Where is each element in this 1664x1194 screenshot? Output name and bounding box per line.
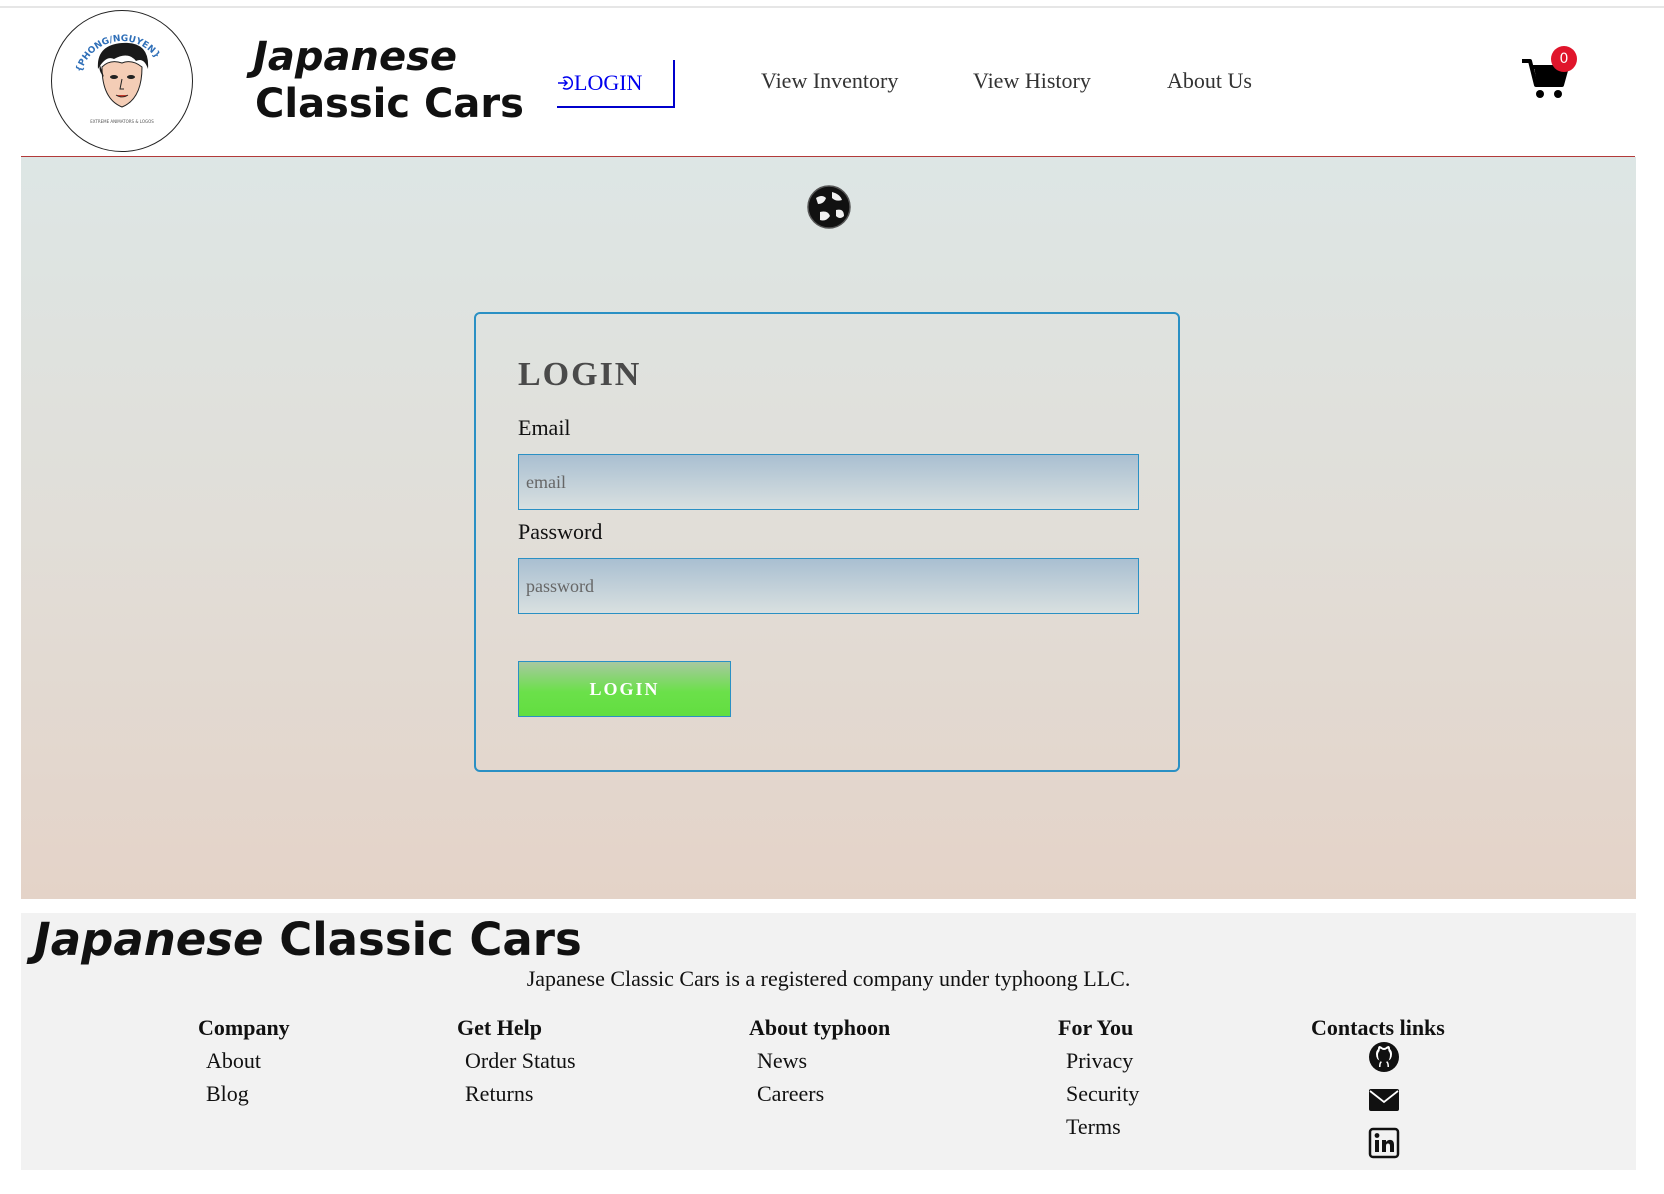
footer-brand-rest: Classic Cars	[279, 913, 582, 966]
password-label: Password	[518, 519, 603, 544]
footer-link-about[interactable]: About	[206, 1048, 290, 1081]
contact-icons	[1368, 1041, 1402, 1170]
globe-icon[interactable]	[806, 184, 852, 230]
nav-view-history[interactable]: View History	[973, 68, 1091, 94]
email-label: Email	[518, 415, 571, 440]
footer-link-order-status[interactable]: Order Status	[465, 1048, 576, 1081]
email-field[interactable]	[518, 454, 1139, 510]
footer-link-blog[interactable]: Blog	[206, 1081, 290, 1114]
brand-line-1: Japanese	[253, 34, 458, 80]
footer-link-returns[interactable]: Returns	[465, 1081, 576, 1114]
footer-brand-italic: Japanese	[34, 913, 264, 966]
footer-brand: Japanese Classic Cars	[34, 913, 582, 966]
nav-view-inventory[interactable]: View Inventory	[761, 68, 898, 94]
login-section: LOGIN Email Password LOGIN	[21, 157, 1636, 899]
github-icon[interactable]	[1368, 1041, 1400, 1073]
footer-link-news[interactable]: News	[757, 1048, 890, 1081]
footer-col-for-you: For You Privacy Security Terms	[1058, 1015, 1139, 1147]
login-card: LOGIN Email Password LOGIN	[474, 312, 1180, 772]
email-icon[interactable]	[1368, 1084, 1400, 1116]
brand-line-2: Classic Cars	[255, 80, 524, 127]
nav-about-us[interactable]: About Us	[1167, 68, 1252, 94]
footer-link-privacy[interactable]: Privacy	[1066, 1048, 1139, 1081]
cartoon-avatar-logo[interactable]: {PHONG/NGUYEN} EXTREME ANIMATORS & LOGOS	[51, 10, 193, 152]
site-footer: Japanese Classic Cars Japanese Classic C…	[21, 913, 1636, 1170]
site-header: {PHONG/NGUYEN} EXTREME ANIMATORS & LOGOS…	[21, 8, 1635, 157]
footer-col-company: Company About Blog	[198, 1015, 290, 1114]
login-submit-button[interactable]: LOGIN	[518, 661, 731, 717]
linkedin-icon[interactable]	[1368, 1127, 1400, 1159]
cart-count-badge: 0	[1551, 46, 1577, 72]
header-login-link[interactable]: LOGIN	[557, 60, 675, 108]
footer-company-note: Japanese Classic Cars is a registered co…	[526, 966, 1131, 991]
login-icon	[558, 76, 573, 90]
footer-col-title: For You	[1058, 1015, 1134, 1040]
header-login-label: LOGIN	[574, 70, 643, 95]
logo-caption: EXTREME ANIMATORS & LOGOS	[90, 119, 154, 124]
brand-title: Japanese Classic Cars	[251, 34, 524, 128]
footer-col-title: Get Help	[457, 1015, 542, 1040]
footer-link-careers[interactable]: Careers	[757, 1081, 890, 1114]
footer-col-title: About typhoon	[749, 1015, 891, 1040]
footer-link-terms[interactable]: Terms	[1066, 1114, 1139, 1147]
login-title: LOGIN	[518, 356, 642, 393]
logo-graphic: {PHONG/NGUYEN} EXTREME ANIMATORS & LOGOS	[75, 34, 162, 124]
password-field[interactable]	[518, 558, 1139, 614]
footer-col-get-help: Get Help Order Status Returns	[457, 1015, 576, 1114]
footer-link-security[interactable]: Security	[1066, 1081, 1139, 1114]
footer-col-title: Company	[198, 1015, 290, 1040]
footer-col-about-typhoon: About typhoon News Careers	[749, 1015, 890, 1114]
